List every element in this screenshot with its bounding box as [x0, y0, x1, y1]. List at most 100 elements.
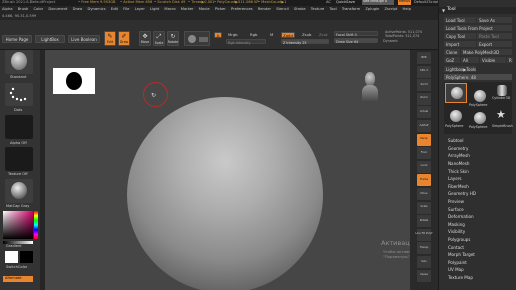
- clone-button[interactable]: Clone: [444, 49, 460, 55]
- shelf-scroll-button[interactable]: Scroll: [417, 79, 431, 92]
- polysphere-thumb-3[interactable]: PolySphere: [445, 108, 467, 132]
- m-button[interactable]: M: [270, 33, 273, 37]
- default-zscript[interactable]: DefaultZScript: [414, 0, 439, 4]
- shelf-local-button[interactable]: Local: [417, 160, 431, 173]
- subpalette-polygroups[interactable]: Polygroups: [439, 236, 516, 244]
- ac-label[interactable]: AC: [326, 0, 331, 5]
- texture-thumb[interactable]: [5, 147, 33, 171]
- menu-preferences[interactable]: Preferences: [231, 7, 253, 12]
- export-button[interactable]: Export: [477, 41, 512, 47]
- material-thumb[interactable]: [5, 179, 33, 203]
- alternate-button[interactable]: Alternate: [3, 276, 33, 282]
- make-polymesh-button[interactable]: Make PolyMesh3D: [461, 49, 512, 55]
- shelf-spix-3-button[interactable]: SPix 3: [417, 65, 431, 78]
- load-tools-from-project-button[interactable]: Load Tools From Project: [444, 25, 512, 31]
- menu-brush[interactable]: Brush: [18, 7, 29, 12]
- subpalette-nanomesh[interactable]: NanoMesh: [439, 160, 516, 168]
- polysphere-thumb-2[interactable]: PolySphere: [469, 112, 491, 132]
- shelf-xpose-button[interactable]: Xpose: [417, 269, 431, 282]
- subpalette-thick-skin[interactable]: Thick Skin: [439, 167, 516, 175]
- subpalette-contact[interactable]: Contact: [439, 243, 516, 251]
- standard-brush-thumb[interactable]: [5, 50, 33, 74]
- shelf-zoom-button[interactable]: Zoom: [417, 92, 431, 105]
- shelf-frame-button[interactable]: Frame: [417, 174, 431, 187]
- viewport-canvas[interactable]: ↻ Активация Windows Чтобы активировать W…: [45, 50, 485, 290]
- shelf-rotate-button[interactable]: Rotate: [417, 215, 431, 228]
- see-through-slider[interactable]: See-through 0: [362, 0, 394, 5]
- menu-layer[interactable]: Layer: [135, 7, 145, 12]
- subpalette-geometry[interactable]: Geometry: [439, 145, 516, 153]
- lightbox-button[interactable]: LightBox: [35, 35, 65, 43]
- menu-render[interactable]: Render: [258, 7, 271, 12]
- rotate-button[interactable]: ↻ Rotate: [167, 31, 179, 46]
- paste-tool-button[interactable]: Paste Tool: [477, 33, 512, 39]
- menu-alpha[interactable]: Alpha: [2, 7, 13, 12]
- polysphere-thumb[interactable]: PolySphere: [469, 90, 491, 110]
- subpalette-surface[interactable]: Surface: [439, 205, 516, 213]
- rgb-button[interactable]: Rgb: [250, 33, 257, 37]
- subpalette-arraymesh[interactable]: ArrayMesh: [439, 152, 516, 160]
- subpalette-uv-map[interactable]: UV Map: [439, 266, 516, 274]
- subpalette-fibermesh[interactable]: FiberMesh: [439, 183, 516, 191]
- shelf-line-fill-polyf-button[interactable]: Line Fill PolyF: [415, 228, 433, 241]
- copy-tool-button[interactable]: Copy Tool: [444, 33, 476, 39]
- subpalette-preview[interactable]: Preview: [439, 198, 516, 206]
- current-tool-slider[interactable]: PolySphere. 48: [444, 74, 512, 80]
- zcut-button[interactable]: Zcut: [319, 33, 328, 37]
- subpalette-polypaint[interactable]: Polypaint: [439, 259, 516, 267]
- brush-preview-box[interactable]: [184, 31, 210, 46]
- alpha-thumb[interactable]: [5, 115, 33, 139]
- hue-slider[interactable]: [34, 211, 38, 239]
- menu-tool[interactable]: Tool: [329, 7, 336, 12]
- simplebrush-thumb[interactable]: ★ SimpleBrush: [492, 108, 513, 132]
- subpalette-morph-target[interactable]: Morph Target: [439, 251, 516, 259]
- shelf-solo-button[interactable]: Solo: [417, 255, 431, 268]
- head-navigator[interactable]: [361, 72, 379, 102]
- edit-button[interactable]: ✎ Edit: [104, 31, 116, 46]
- subpalette-geometry-hd[interactable]: Geometry HD: [439, 190, 516, 198]
- menu-file[interactable]: File: [123, 7, 129, 12]
- zsub-button[interactable]: Zsub: [302, 33, 311, 37]
- menu-dynamics[interactable]: Dynamics: [87, 7, 105, 12]
- shelf-persp-button[interactable]: Persp: [417, 133, 431, 146]
- subpalette-masking[interactable]: Masking: [439, 221, 516, 229]
- cylinder3d-thumb[interactable]: Cylinder3D: [492, 83, 512, 103]
- main-color-swatch[interactable]: [5, 251, 18, 263]
- rgb-intensity-slider[interactable]: Rgb Intensity: [226, 39, 266, 45]
- save-as-button[interactable]: Save As: [477, 17, 512, 23]
- draw-button[interactable]: ✐ Draw: [118, 31, 130, 46]
- stroke-thumb[interactable]: [5, 83, 33, 106]
- menu-draw[interactable]: Draw: [73, 7, 83, 12]
- scale-button[interactable]: ⤢ Scale: [153, 31, 165, 46]
- menu-light[interactable]: Light: [150, 7, 159, 12]
- tool-header[interactable]: ▼ Tool: [439, 7, 516, 14]
- goz-button[interactable]: GoZ: [444, 57, 460, 63]
- shelf-actual-button[interactable]: Actual: [417, 106, 431, 119]
- subpalette-visibility[interactable]: Visibility: [439, 228, 516, 236]
- menu-zscript[interactable]: Zscript: [385, 7, 398, 12]
- all-button[interactable]: All: [461, 57, 479, 63]
- secondary-color-swatch[interactable]: [20, 251, 33, 263]
- polysphere-mesh[interactable]: [127, 97, 323, 290]
- menu-macro[interactable]: Macro: [164, 7, 175, 12]
- draw-size-slider[interactable]: Draw Size 64: [334, 38, 378, 44]
- focal-shift-slider[interactable]: Focal Shift 0: [334, 31, 378, 37]
- shelf-scale-button[interactable]: Scale: [417, 201, 431, 214]
- menu-texture[interactable]: Texture: [311, 7, 325, 12]
- menu-marker[interactable]: Marker: [181, 7, 194, 12]
- lightbox-tools-button[interactable]: Lightbox▶Tools: [444, 66, 476, 72]
- visible-button[interactable]: Visible: [480, 57, 506, 63]
- menu-movie[interactable]: Movie: [199, 7, 210, 12]
- menu-document[interactable]: Document: [48, 7, 67, 12]
- subpalette-texture-map[interactable]: Texture Map: [439, 274, 516, 282]
- move-button[interactable]: ✥ Move: [139, 31, 151, 46]
- menu-picker[interactable]: Picker: [215, 7, 226, 12]
- menu-transform[interactable]: Transform: [342, 7, 360, 12]
- zadd-button[interactable]: Zadd: [281, 32, 295, 38]
- mrgb-button[interactable]: Mrgb: [228, 33, 238, 37]
- switch-color-button[interactable]: SwitchColor: [6, 265, 27, 270]
- a-button[interactable]: A: [214, 32, 222, 38]
- menu-color[interactable]: Color: [34, 7, 44, 12]
- home-page-button[interactable]: Home Page: [2, 35, 32, 43]
- menu-edit[interactable]: Edit: [111, 7, 118, 12]
